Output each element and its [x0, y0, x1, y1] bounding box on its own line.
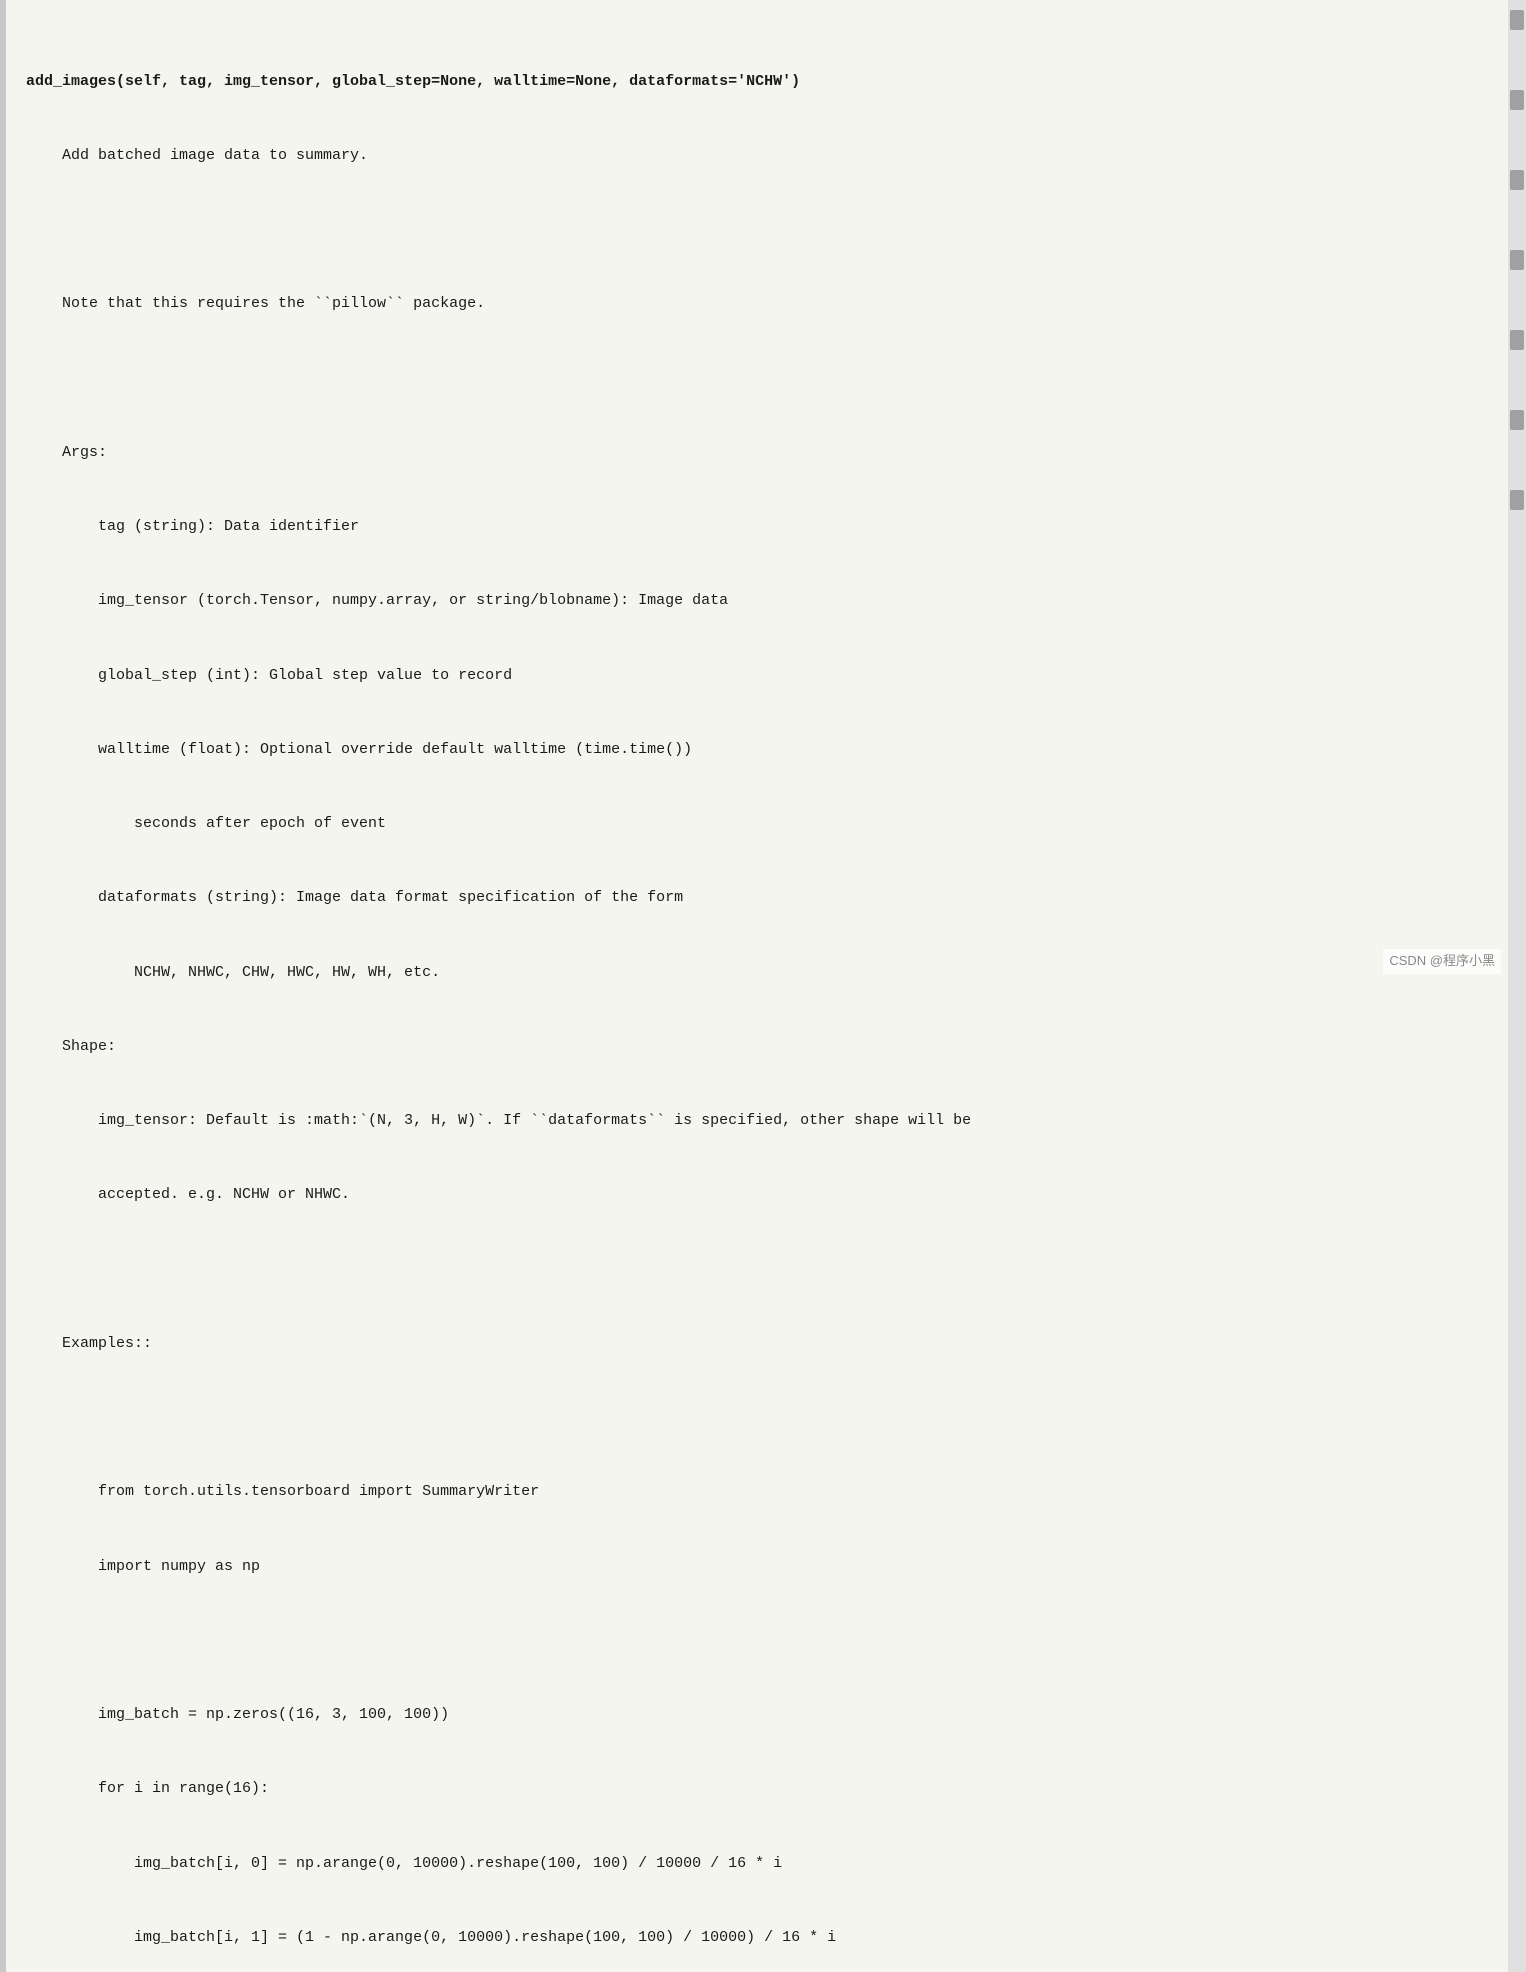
args-label: Args:	[26, 441, 1488, 466]
shape-content2: accepted. e.g. NCHW or NHWC.	[26, 1183, 1488, 1208]
function-signature-line: add_images(self, tag, img_tensor, global…	[26, 70, 1488, 95]
example-img-batch: img_batch = np.zeros((16, 3, 100, 100))	[26, 1703, 1488, 1728]
empty-line-2	[26, 367, 1488, 392]
empty-line-1	[26, 218, 1488, 243]
example-batch-1: img_batch[i, 1] = (1 - np.arange(0, 1000…	[26, 1926, 1488, 1951]
content-area: add_images(self, tag, img_tensor, global…	[6, 0, 1508, 1972]
shape-label: Shape:	[26, 1035, 1488, 1060]
scrollbar-thumb-1[interactable]	[1510, 10, 1524, 30]
scrollbar-thumb-7[interactable]	[1510, 490, 1524, 510]
arg-walltime-cont: seconds after epoch of event	[26, 812, 1488, 837]
page-container: add_images(self, tag, img_tensor, global…	[0, 0, 1526, 1972]
arg-img-tensor: img_tensor (torch.Tensor, numpy.array, o…	[26, 589, 1488, 614]
arg-tag: tag (string): Data identifier	[26, 515, 1488, 540]
documentation-block: add_images(self, tag, img_tensor, global…	[26, 20, 1488, 1972]
examples-label: Examples::	[26, 1332, 1488, 1357]
right-scrollbar[interactable]	[1508, 0, 1526, 1972]
scrollbar-thumb-5[interactable]	[1510, 330, 1524, 350]
example-import2: import numpy as np	[26, 1555, 1488, 1580]
example-for-loop: for i in range(16):	[26, 1777, 1488, 1802]
function-name: add_images(self, tag, img_tensor, global…	[26, 73, 800, 90]
example-batch-0: img_batch[i, 0] = np.arange(0, 10000).re…	[26, 1852, 1488, 1877]
scrollbar-thumb-4[interactable]	[1510, 250, 1524, 270]
empty-line-3	[26, 1258, 1488, 1283]
scrollbar-thumb-2[interactable]	[1510, 90, 1524, 110]
arg-dataformats-cont: NCHW, NHWC, CHW, HWC, HW, WH, etc.	[26, 961, 1488, 986]
example-import1: from torch.utils.tensorboard import Summ…	[26, 1480, 1488, 1505]
note-line: Note that this requires the ``pillow`` p…	[26, 292, 1488, 317]
arg-walltime: walltime (float): Optional override defa…	[26, 738, 1488, 763]
empty-line-5	[26, 1629, 1488, 1654]
empty-line-4	[26, 1406, 1488, 1431]
scrollbar-thumb-6[interactable]	[1510, 410, 1524, 430]
arg-dataformats: dataformats (string): Image data format …	[26, 886, 1488, 911]
summary-line: Add batched image data to summary.	[26, 144, 1488, 169]
arg-global-step: global_step (int): Global step value to …	[26, 664, 1488, 689]
scrollbar-thumb-3[interactable]	[1510, 170, 1524, 190]
shape-content: img_tensor: Default is :math:`(N, 3, H, …	[26, 1109, 1488, 1134]
watermark: CSDN @程序小黑	[1383, 949, 1501, 974]
